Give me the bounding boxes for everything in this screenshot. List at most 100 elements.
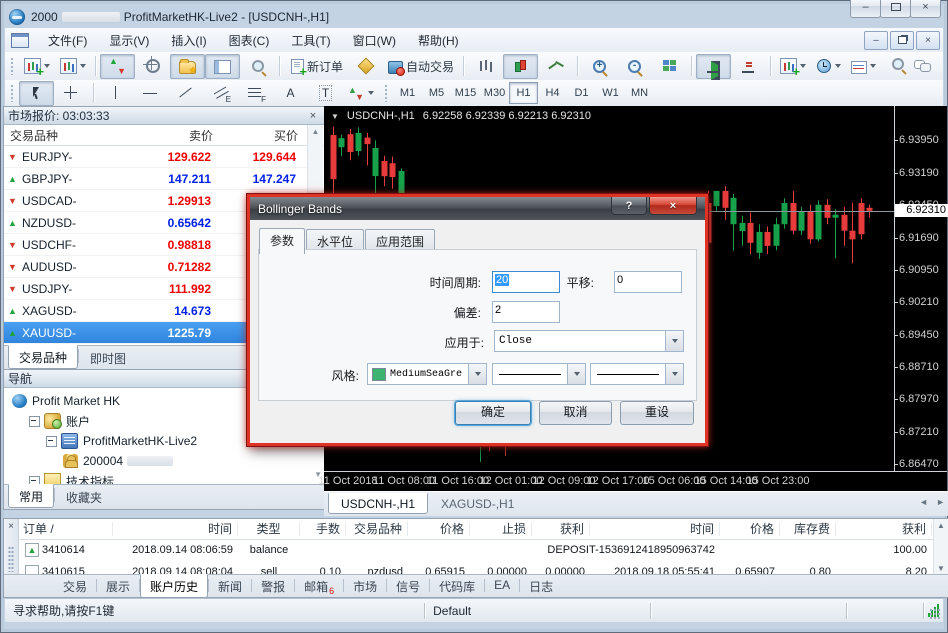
text-button[interactable]: A <box>273 81 308 106</box>
close-icon[interactable]: × <box>306 110 320 122</box>
expander-minus-icon[interactable] <box>46 436 57 447</box>
terminal-tab-4[interactable]: 警报 <box>252 575 294 597</box>
channel-button[interactable]: E <box>203 81 238 106</box>
toolbar-grip[interactable] <box>10 57 14 75</box>
minimize-button[interactable]: – <box>850 0 881 18</box>
mdi-restore-button[interactable] <box>890 31 914 50</box>
navigator-button[interactable] <box>170 54 205 79</box>
menu-item-0[interactable]: 文件(F) <box>37 28 98 53</box>
vertical-line-button[interactable] <box>98 81 133 106</box>
ok-button[interactable]: 确定 <box>455 401 531 425</box>
nav-item[interactable]: 200004 <box>4 451 324 471</box>
timeframe-h1[interactable]: H1 <box>509 82 538 104</box>
zoom-out-button[interactable]: - <box>617 54 652 79</box>
dropdown-button[interactable] <box>665 331 683 351</box>
timeframe-m1[interactable]: M1 <box>393 82 422 104</box>
terminal-tab-6[interactable]: 市场 <box>344 575 386 597</box>
timeframe-m15[interactable]: M15 <box>451 82 480 104</box>
terminal-tab-5[interactable]: 邮箱6 <box>295 575 343 598</box>
menu-item-2[interactable]: 插入(I) <box>160 28 217 53</box>
strategy-tester-button[interactable] <box>240 54 275 79</box>
chat-icon[interactable] <box>914 58 931 74</box>
column-ask[interactable]: 买价 <box>219 127 304 144</box>
terminal-tab-7[interactable]: 信号 <box>387 575 429 597</box>
terminal-tab-3[interactable]: 新闻 <box>209 575 251 597</box>
navigator-tab-1[interactable]: 收藏夹 <box>55 485 113 509</box>
navigator-tab-0[interactable]: 常用 <box>8 484 54 508</box>
terminal-tab-8[interactable]: 代码库 <box>430 575 484 597</box>
mdi-close-button[interactable]: × <box>916 31 940 50</box>
market-watch-tab-1[interactable]: 即时图 <box>79 346 137 370</box>
column-symbol[interactable]: 交易品种 <box>4 127 134 144</box>
column-header-0[interactable]: 订单 / <box>18 522 113 536</box>
column-header-6[interactable]: 止损 <box>470 522 532 536</box>
close-icon[interactable]: × <box>4 521 18 532</box>
timeframe-d1[interactable]: D1 <box>567 82 596 104</box>
horizontal-line-button[interactable] <box>133 81 168 106</box>
toolbar-grip[interactable] <box>10 84 14 102</box>
status-profile[interactable]: Default <box>425 599 650 622</box>
crosshair-button[interactable] <box>54 81 89 106</box>
timeframe-w1[interactable]: W1 <box>596 82 625 104</box>
toolbar-grip[interactable] <box>384 84 388 102</box>
dropdown-button[interactable] <box>665 364 683 384</box>
reset-button[interactable]: 重设 <box>620 401 694 425</box>
menu-item-1[interactable]: 显示(V) <box>98 28 160 53</box>
terminal-tab-9[interactable]: EA <box>485 575 519 594</box>
dialog-close-button[interactable]: × <box>649 197 697 215</box>
column-header-7[interactable]: 获利 <box>532 522 590 536</box>
terminal-tab-10[interactable]: 日志 <box>520 575 562 597</box>
trendline-button[interactable] <box>168 81 203 106</box>
market-watch-row[interactable]: ▼EURJPY-129.622129.644 <box>4 146 324 168</box>
terminal-tab-2[interactable]: 账户历史 <box>140 574 208 598</box>
chart-window-icon[interactable] <box>11 33 29 48</box>
terminal-tab-0[interactable]: 交易 <box>54 575 96 597</box>
resize-grip[interactable] <box>929 608 941 620</box>
close-button[interactable]: × <box>910 0 941 18</box>
column-bid[interactable]: 卖价 <box>134 127 219 144</box>
line-chart-button[interactable] <box>538 54 573 79</box>
search-icon[interactable] <box>892 58 904 70</box>
candlestick-button[interactable] <box>503 54 538 79</box>
style-color-select[interactable]: MediumSeaGre <box>367 363 487 385</box>
timeframe-m5[interactable]: M5 <box>422 82 451 104</box>
templates-button[interactable] <box>846 54 881 79</box>
dropdown-button[interactable] <box>567 364 585 384</box>
market-watch-button[interactable] <box>100 54 135 79</box>
shift-input[interactable]: 0 <box>614 271 682 293</box>
new-chart-button[interactable] <box>19 54 55 79</box>
fibonacci-button[interactable]: F <box>238 81 273 106</box>
timeframe-m30[interactable]: M30 <box>480 82 509 104</box>
line-style-select[interactable] <box>590 363 684 385</box>
drag-grip[interactable] <box>8 546 14 572</box>
timeframe-mn[interactable]: MN <box>625 82 654 104</box>
indicators-button[interactable] <box>775 54 811 79</box>
zoom-in-button[interactable]: + <box>582 54 617 79</box>
chart-tab-0[interactable]: USDCNH-,H1 <box>328 493 428 514</box>
column-header-9[interactable]: 价格 <box>720 522 780 536</box>
chart-tab-1[interactable]: XAGUSD-,H1 <box>428 493 527 514</box>
market-watch-row[interactable]: ▲GBPJPY-147.211147.247 <box>4 168 324 190</box>
column-header-1[interactable]: 时间 <box>113 522 238 536</box>
column-header-2[interactable]: 类型 <box>238 522 300 536</box>
data-window-button[interactable] <box>135 54 170 79</box>
chevron-down-icon[interactable]: ▼ <box>331 112 339 121</box>
terminal-scrollbar[interactable]: ▲ ▼ <box>933 519 948 575</box>
bar-chart-button[interactable] <box>468 54 503 79</box>
mdi-minimize-button[interactable]: – <box>864 31 888 50</box>
scroll-left-icon[interactable]: ◄ <box>919 497 928 507</box>
text-label-button[interactable]: T <box>308 81 343 106</box>
order-row[interactable]: ▲34106142018.09.14 08:06:59balanceDEPOSI… <box>18 539 934 561</box>
cursor-button[interactable] <box>19 81 54 106</box>
cancel-button[interactable]: 取消 <box>539 401 612 425</box>
terminal-tab-1[interactable]: 展示 <box>97 575 139 597</box>
auto-scroll-button[interactable] <box>696 54 731 79</box>
line-width-select[interactable] <box>492 363 586 385</box>
dropdown-button[interactable] <box>468 364 486 384</box>
column-header-11[interactable]: 获利 <box>836 522 932 536</box>
chart-shift-button[interactable] <box>731 54 766 79</box>
deviation-input[interactable]: 2 <box>492 301 560 323</box>
column-header-10[interactable]: 库存费 <box>780 522 836 536</box>
maximize-button[interactable] <box>880 0 911 18</box>
tab-parameters[interactable]: 参数 <box>259 228 305 254</box>
